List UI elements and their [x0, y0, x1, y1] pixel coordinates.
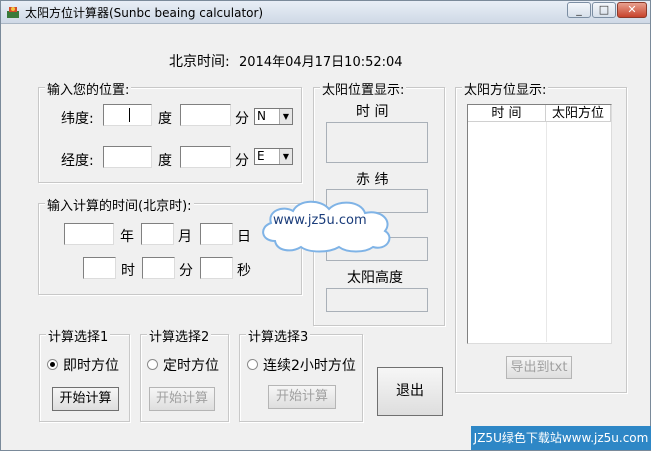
column-divider [546, 122, 547, 342]
sun-time-display [326, 122, 428, 163]
exit-button[interactable]: 退出 [377, 367, 443, 416]
altitude-label: 太阳高度 [347, 270, 403, 286]
column-header-azimuth[interactable]: 太阳方位 [546, 105, 611, 122]
sun-position-legend: 太阳位置显示: [320, 79, 407, 98]
month-input[interactable] [141, 223, 174, 245]
text-cursor [129, 108, 130, 122]
declination-label: 赤 纬 [356, 172, 389, 188]
chevron-down-icon[interactable]: ▼ [279, 149, 292, 164]
choice2-legend: 计算选择2 [147, 326, 212, 345]
chevron-down-icon[interactable]: ▼ [279, 109, 292, 124]
sun-time-label: 时 间 [356, 104, 389, 120]
second-input[interactable] [200, 257, 233, 279]
position-legend: 输入您的位置: [45, 79, 132, 98]
year-input[interactable] [64, 223, 114, 245]
app-window: 太阳方位计算器(Sunbc beaing calculator) _ □ ✕ 北… [0, 0, 651, 451]
column-header-time[interactable]: 时 间 [468, 105, 546, 122]
latitude-degree-unit: 度 [158, 111, 172, 127]
longitude-direction-value: E [257, 149, 265, 163]
continuous-azimuth-radio[interactable] [247, 359, 258, 370]
minute-input[interactable] [142, 257, 175, 279]
azimuth-legend: 太阳方位显示: [462, 79, 549, 98]
year-unit: 年 [120, 229, 134, 245]
latitude-direction-select[interactable]: N ▼ [254, 108, 293, 125]
longitude-label: 经度: [61, 153, 94, 169]
azimuth-list[interactable]: 时 间 太阳方位 [467, 104, 612, 344]
day-input[interactable] [200, 223, 233, 245]
instant-azimuth-radio[interactable] [47, 359, 58, 370]
scheduled-azimuth-label[interactable]: 定时方位 [163, 355, 219, 375]
choice1-legend: 计算选择1 [46, 326, 111, 345]
longitude-direction-select[interactable]: E ▼ [254, 148, 293, 165]
start-calc-button-3[interactable]: 开始计算 [268, 385, 336, 409]
maximize-button[interactable]: □ [592, 2, 616, 18]
day-unit: 日 [237, 229, 251, 245]
latitude-minute-input[interactable] [180, 104, 231, 126]
altitude-display [326, 288, 428, 312]
start-calc-button-1[interactable]: 开始计算 [52, 387, 119, 411]
app-icon [7, 7, 19, 18]
minimize-button[interactable]: _ [567, 2, 591, 18]
hour-input[interactable] [83, 257, 116, 279]
longitude-degree-unit: 度 [158, 153, 172, 169]
clock-label: 北京时间: [169, 54, 230, 70]
clock-value: 2014年04月17日10:52:04 [239, 55, 403, 70]
instant-azimuth-label[interactable]: 即时方位 [63, 355, 119, 375]
continuous-azimuth-label[interactable]: 连续2小时方位 [263, 355, 356, 375]
site-banner: JZ5U绿色下载站www.jz5u.com [471, 426, 651, 450]
latitude-label: 纬度: [61, 111, 94, 127]
minute-unit: 分 [179, 263, 193, 279]
longitude-minute-input[interactable] [180, 146, 231, 168]
start-calc-button-2[interactable]: 开始计算 [149, 387, 215, 411]
calc-time-legend: 输入计算的时间(北京时): [45, 195, 194, 214]
longitude-degree-input[interactable] [103, 146, 152, 168]
watermark-text: www.jz5u.com [273, 213, 367, 228]
scheduled-azimuth-radio[interactable] [147, 359, 158, 370]
second-unit: 秒 [237, 263, 251, 279]
title-bar[interactable]: 太阳方位计算器(Sunbc beaing calculator) _ □ ✕ [1, 1, 650, 24]
month-unit: 月 [178, 229, 192, 245]
window-title: 太阳方位计算器(Sunbc beaing calculator) [25, 6, 264, 20]
export-txt-button[interactable]: 导出到txt [506, 356, 572, 379]
close-button[interactable]: ✕ [617, 2, 647, 18]
longitude-minute-unit: 分 [235, 153, 249, 169]
choice3-legend: 计算选择3 [246, 326, 311, 345]
latitude-direction-value: N [257, 109, 266, 123]
hour-unit: 时 [121, 263, 135, 279]
latitude-minute-unit: 分 [235, 111, 249, 127]
latitude-degree-input[interactable] [103, 104, 152, 126]
